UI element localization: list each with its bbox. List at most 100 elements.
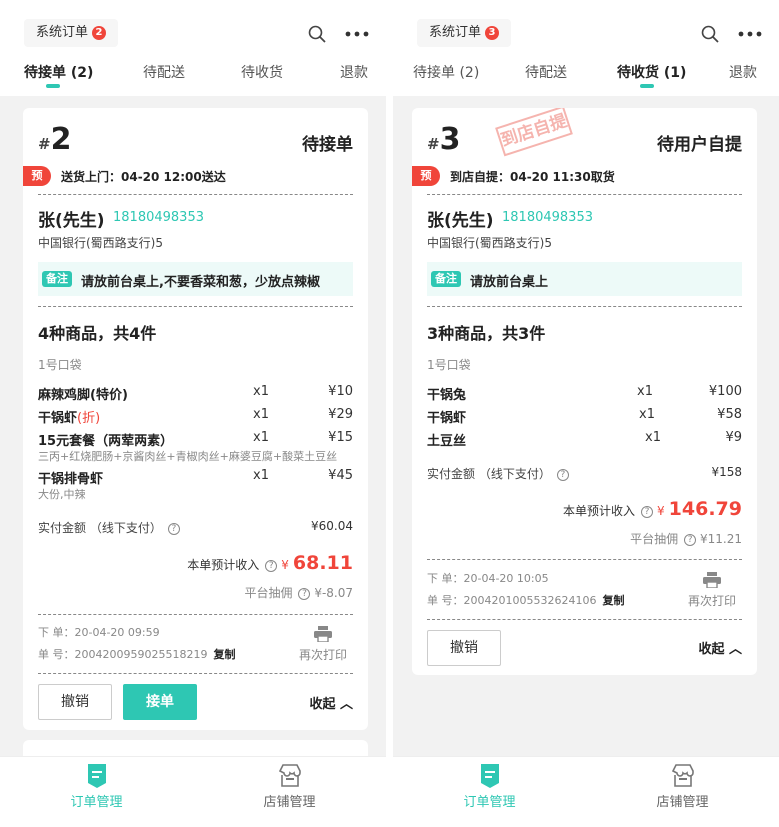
platform-fee: 平台抽佣? ¥-8.07	[244, 586, 353, 600]
help-icon[interactable]: ?	[265, 559, 278, 572]
search-icon[interactable]	[308, 25, 326, 43]
order-number: #3	[427, 122, 461, 157]
customer-address: 中国银行(蜀西路支行)5	[427, 236, 552, 250]
more-icon[interactable]	[345, 31, 369, 37]
search-icon[interactable]	[701, 25, 719, 43]
customer-address: 中国银行(蜀西路支行)5	[38, 236, 163, 250]
paid-label: 实付金额 （线下支付）	[38, 521, 162, 535]
screen-to-receive-orders: 系统订单 3 待接单 (2) 待配送 待收货 (1) 退款 #3 到店自提 待用…	[393, 0, 779, 827]
tab-to-receive[interactable]: 待收货	[241, 62, 283, 82]
reprint-button[interactable]: 再次打印	[298, 626, 348, 663]
remark-box: 备注 请放前台桌上	[427, 262, 742, 296]
order-icon	[87, 764, 106, 788]
help-icon[interactable]: ?	[167, 522, 180, 535]
item-name: 土豆丝	[427, 434, 467, 449]
item-qty: x1	[253, 430, 269, 445]
item-price: ¥15	[328, 430, 353, 445]
estimated-income: 本单预计收入? ¥68.11	[187, 552, 353, 574]
cancel-button[interactable]: 撤销	[38, 684, 112, 720]
order-tabs: 待接单 (2) 待配送 待收货 退款	[0, 62, 386, 92]
item-name: 15元套餐（两荤两素）	[38, 434, 174, 449]
order-tabs: 待接单 (2) 待配送 待收货 (1) 退款	[393, 62, 779, 92]
help-icon[interactable]: ?	[684, 533, 697, 546]
customer-name: 张(先生)	[38, 211, 105, 231]
reprint-button[interactable]: 再次打印	[687, 572, 737, 609]
order-status: 待用户自提	[657, 135, 742, 155]
nav-label: 店铺管理	[656, 795, 709, 810]
order-count-badge: 3	[485, 26, 500, 40]
list-item: 干锅兔 x1 ¥100	[427, 384, 742, 404]
customer-phone[interactable]: 18180498353	[502, 210, 593, 225]
system-orders-button[interactable]: 系统订单 3	[417, 19, 512, 47]
cancel-button[interactable]: 撤销	[427, 630, 501, 666]
help-icon[interactable]: ?	[298, 587, 311, 600]
nav-label: 订单管理	[463, 795, 516, 810]
tab-to-deliver[interactable]: 待配送	[143, 62, 185, 82]
tab-to-receive[interactable]: 待收货 (1)	[617, 62, 686, 82]
item-name: 干锅兔	[427, 388, 467, 403]
preorder-tag: 预	[23, 166, 51, 186]
item-name: 干锅虾	[427, 411, 467, 426]
list-item: 15元套餐（两荤两素） x1 ¥15 三丙+红烧肥肠+京酱肉丝+青椒肉丝+麻婆豆…	[38, 430, 353, 466]
paid-value: ¥60.04	[311, 519, 353, 533]
paid-label: 实付金额 （线下支付）	[427, 467, 551, 481]
item-qty: x1	[639, 407, 655, 422]
copy-button[interactable]: 复制	[213, 648, 235, 661]
nav-store-management[interactable]: 店铺管理	[586, 757, 779, 827]
bag-label: 1号口袋	[427, 358, 471, 372]
item-qty: x1	[253, 407, 269, 422]
help-icon[interactable]: ?	[556, 468, 569, 481]
order-time: 下 单：20-04-20 09:59	[38, 626, 160, 639]
preorder-tag: 预	[412, 166, 440, 186]
item-price: ¥100	[708, 384, 742, 399]
reprint-label: 再次打印	[687, 594, 736, 608]
order-id: 单 号：2004201005532624106	[427, 594, 597, 607]
customer-phone[interactable]: 18180498353	[113, 210, 204, 225]
paid-amount-row: 实付金额 （线下支付）? ¥158	[427, 465, 742, 482]
item-name: 干锅虾(折)	[38, 411, 101, 426]
fee-value: ¥-8.07	[314, 586, 353, 600]
printer-icon	[703, 572, 721, 588]
screen-divider	[386, 0, 393, 827]
item-price: ¥29	[328, 407, 353, 422]
divider	[38, 614, 353, 615]
item-qty: x1	[645, 430, 661, 445]
remark-text: 请放前台桌上	[470, 275, 549, 290]
list-item: 干锅虾(折) x1 ¥29	[38, 407, 353, 427]
tab-refund[interactable]: 退款	[729, 62, 757, 82]
remark-box: 备注 请放前台桌上,不要香菜和葱，少放点辣椒	[38, 262, 353, 296]
tab-active-indicator	[46, 84, 60, 88]
order-card: #3 到店自提 待用户自提 预 到店自提：04-20 11:30取货 张(先生)…	[412, 108, 757, 675]
pickup-stamp: 到店自提	[495, 108, 573, 157]
paid-amount-row: 实付金额 （线下支付）? ¥60.04	[38, 519, 353, 536]
system-orders-button[interactable]: 系统订单 2	[24, 19, 119, 47]
item-detail: 大份,中辣	[38, 488, 86, 501]
copy-button[interactable]: 复制	[602, 594, 624, 607]
nav-store-management[interactable]: 店铺管理	[193, 757, 386, 827]
item-name: 干锅排骨虾	[38, 472, 104, 487]
tab-pending[interactable]: 待接单 (2)	[413, 62, 479, 82]
collapse-button[interactable]: 收起 ︿	[698, 638, 742, 657]
order-id-row: 单 号：2004201005532624106 复制	[427, 592, 624, 608]
income-value: 68.11	[292, 552, 353, 574]
order-status: 待接单	[302, 135, 353, 155]
list-item: 土豆丝 x1 ¥9	[427, 430, 742, 450]
remark-tag: 备注	[431, 271, 461, 287]
order-count-badge: 2	[92, 26, 107, 40]
tab-to-deliver[interactable]: 待配送	[525, 62, 567, 82]
remark-text: 请放前台桌上,不要香菜和葱，少放点辣椒	[81, 275, 320, 290]
collapse-button[interactable]: 收起 ︿	[309, 693, 353, 712]
discount-tag: (折)	[77, 411, 101, 426]
bottom-nav: 订单管理 店铺管理	[0, 756, 386, 827]
divider	[427, 619, 742, 620]
bottom-nav: 订单管理 店铺管理	[393, 756, 779, 827]
nav-order-management[interactable]: 订单管理	[393, 757, 586, 827]
bag-label: 1号口袋	[38, 358, 82, 372]
accept-order-button[interactable]: 接单	[123, 684, 197, 720]
nav-order-management[interactable]: 订单管理	[0, 757, 193, 827]
list-item: 干锅虾 x1 ¥58	[427, 407, 742, 427]
help-icon[interactable]: ?	[641, 505, 654, 518]
tab-pending[interactable]: 待接单 (2)	[24, 62, 93, 82]
tab-refund[interactable]: 退款	[340, 62, 368, 82]
more-icon[interactable]	[738, 31, 762, 37]
